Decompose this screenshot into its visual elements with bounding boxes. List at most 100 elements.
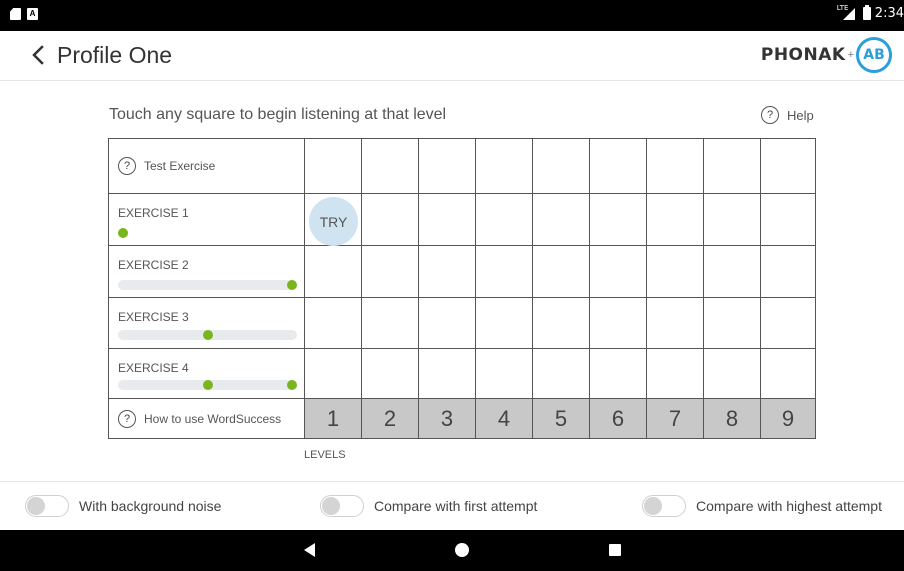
back-button[interactable] [28,43,50,67]
level-cell[interactable] [419,194,476,245]
level-cell[interactable] [590,349,647,398]
level-cell[interactable] [761,349,815,398]
level-cell[interactable] [647,246,704,297]
grid-row-exercise-4: EXERCISE 4 [109,349,815,399]
progress-dot [203,330,213,340]
level-cell[interactable] [305,246,362,297]
nav-home-icon[interactable] [455,543,469,557]
level-cell-try[interactable]: TRY [305,194,362,246]
level-cell[interactable] [590,194,647,245]
level-number-1[interactable]: 1 [305,399,362,438]
toggle-switch[interactable] [25,495,69,517]
level-cell[interactable] [305,139,362,193]
level-cell[interactable] [761,246,815,297]
level-cell[interactable] [419,298,476,348]
level-cell[interactable] [533,246,590,297]
level-number-7[interactable]: 7 [647,399,704,438]
level-number-4[interactable]: 4 [476,399,533,438]
level-number-8[interactable]: 8 [704,399,761,438]
question-icon: ? [118,157,136,175]
how-to-use-label: How to use WordSuccess [144,411,282,426]
level-number-9[interactable]: 9 [761,399,815,438]
grid-row-levels: ? How to use WordSuccess 1 2 3 4 5 6 7 8… [109,399,815,438]
level-cell[interactable] [704,298,761,348]
question-icon: ? [118,409,136,428]
level-cell[interactable] [305,298,362,348]
level-cell[interactable] [362,298,419,348]
level-cell[interactable] [704,246,761,297]
row-label-test-exercise[interactable]: ? Test Exercise [109,139,305,193]
level-number-6[interactable]: 6 [590,399,647,438]
level-number-5[interactable]: 5 [533,399,590,438]
nav-recents-icon[interactable] [609,544,621,556]
level-cell[interactable] [761,298,815,348]
levels-caption: LEVELS [304,449,346,461]
help-label: Help [787,107,814,123]
toggle-switch[interactable] [320,495,364,517]
level-cell[interactable] [590,246,647,297]
exercise-name: EXERCISE 1 [118,206,189,220]
level-cell[interactable] [476,246,533,297]
level-cell[interactable] [533,349,590,398]
level-cell[interactable] [476,298,533,348]
level-cell[interactable] [533,139,590,193]
help-icon: ? [761,106,779,124]
toggle-label: With background noise [79,498,222,514]
level-cell[interactable] [647,194,704,245]
clock: 2:34 [874,6,904,21]
level-cell[interactable] [647,139,704,193]
level-cell[interactable] [362,194,419,245]
level-cell[interactable] [590,139,647,193]
page-title: Profile One [57,42,173,68]
level-cell[interactable] [647,298,704,348]
level-cell[interactable] [419,246,476,297]
level-cell[interactable] [476,194,533,245]
row-label-exercise-4: EXERCISE 4 [109,349,305,398]
nav-back-icon[interactable] [304,543,315,557]
progress-dot [287,280,297,290]
level-number-2[interactable]: 2 [362,399,419,438]
progress-track [118,280,297,290]
level-cell[interactable] [419,349,476,398]
row-label-exercise-2: EXERCISE 2 [109,246,305,297]
level-cell[interactable] [647,349,704,398]
grid-row-exercise-3: EXERCISE 3 [109,298,815,349]
signal-icon: LTE [837,4,855,20]
level-cell[interactable] [704,349,761,398]
level-cell[interactable] [761,194,815,245]
level-cell[interactable] [590,298,647,348]
app-screen: A LTE 2:34 Profile One PHONAK + AB Touch… [0,0,904,571]
divider [0,481,904,482]
level-cell[interactable] [476,139,533,193]
network-label: LTE [836,4,849,12]
toggle-compare-first[interactable]: Compare with first attempt [320,495,537,517]
brand-badge: AB [856,37,892,73]
level-cell[interactable] [704,194,761,245]
toggle-switch[interactable] [642,495,686,517]
toggle-background-noise[interactable]: With background noise [25,495,221,517]
level-cell[interactable] [533,194,590,245]
toggle-compare-highest[interactable]: Compare with highest attempt [642,495,882,517]
exercise-name: EXERCISE 3 [118,310,189,324]
level-cell[interactable] [305,349,362,398]
brand-name: PHONAK [760,45,846,65]
try-button[interactable]: TRY [309,197,358,246]
app-header: Profile One PHONAK + AB [0,31,904,81]
level-cell[interactable] [704,139,761,193]
toggle-label: Compare with highest attempt [696,498,882,514]
exercise-name: EXERCISE 2 [118,258,189,272]
level-cell[interactable] [362,139,419,193]
level-cell[interactable] [476,349,533,398]
level-cell[interactable] [362,246,419,297]
exercise-name: EXERCISE 4 [118,361,189,375]
toggle-label: Compare with first attempt [374,498,538,514]
level-cell[interactable] [533,298,590,348]
how-to-use-button[interactable]: ? How to use WordSuccess [109,399,305,438]
level-cell[interactable] [761,139,815,193]
level-number-3[interactable]: 3 [419,399,476,438]
level-cell[interactable] [362,349,419,398]
instruction-text: Touch any square to begin listening at t… [109,106,447,123]
help-button[interactable]: ? Help [761,106,814,124]
grid-row-exercise-2: EXERCISE 2 [109,246,815,298]
level-cell[interactable] [419,139,476,193]
